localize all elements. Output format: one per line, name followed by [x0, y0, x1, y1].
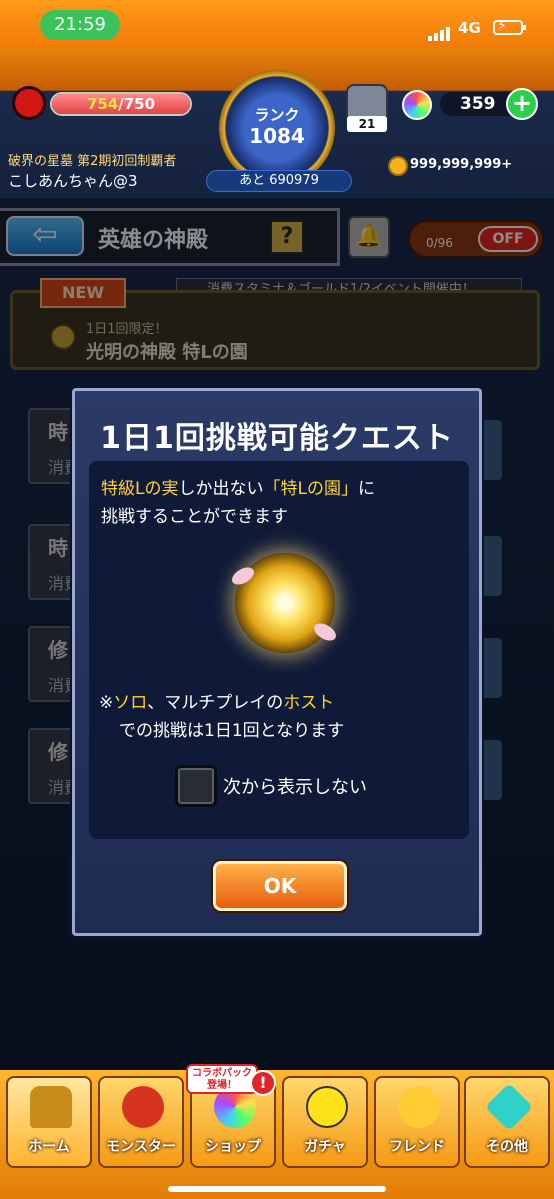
status-bar: 21:59 4G ⚡ [0, 0, 554, 48]
nav-label: ホーム [28, 1139, 70, 1155]
dialog-title: 1日1回挑戦可能クエスト [100, 421, 454, 456]
nav-home[interactable]: ホーム [6, 1076, 92, 1168]
daily-quest-dialog: 1日1回挑戦可能クエスト 特級Lの実しか出ない「特Lの園」に 挑戦することができ… [72, 388, 482, 936]
orb-icon [402, 90, 432, 120]
rank-badge[interactable]: ランク 1084 [219, 70, 335, 186]
rank-value: 1084 [249, 124, 305, 148]
level-value: 21 [347, 116, 387, 132]
highlight-text: ホスト [283, 693, 335, 713]
player-name: こしあんちゃん@3 [8, 172, 138, 190]
dont-show-again-label: 次から表示しない [223, 777, 367, 798]
highlight-text: 「特Lの園」 [263, 479, 358, 499]
collab-pack-badge: コラボパック 登場！ [186, 1064, 258, 1094]
nav-label: モンスター [106, 1139, 176, 1155]
note-text: ※ [99, 693, 114, 713]
highlight-text: ソロ [113, 693, 148, 713]
nav-gacha[interactable]: ガチャ [282, 1076, 368, 1168]
battery-icon: ⚡ [493, 18, 526, 35]
message-text: に [357, 479, 375, 499]
status-time: 21:59 [40, 10, 120, 40]
nav-friend[interactable]: フレンド [374, 1076, 460, 1168]
message-text: 挑戦することができます [101, 507, 288, 527]
collab-badge-line: 登場！ [207, 1080, 237, 1091]
dialog-message: 特級Lの実しか出ない「特Lの園」に 挑戦することができます [101, 475, 461, 531]
dialog-body: 特級Lの実しか出ない「特Lの園」に 挑戦することができます ※ソロ、マルチプレイ… [89, 461, 469, 839]
collab-badge-line: コラボパック [192, 1068, 252, 1079]
nav-label: ガチャ [304, 1139, 346, 1155]
stamina-max: /750 [118, 95, 156, 113]
rank-label: ランク [254, 106, 300, 124]
nav-monster[interactable]: モンスター [98, 1076, 184, 1168]
gold-coin-icon [388, 156, 408, 176]
nav-label: その他 [486, 1139, 528, 1155]
stamina-icon [12, 86, 46, 120]
bottom-nav: ホーム モンスター ショップ ガチャ フレンド その他 [0, 1070, 554, 1199]
other-icon [484, 1082, 534, 1132]
dialog-note: ※ソロ、マルチプレイのホスト での挑戦は1日1回となります [99, 689, 469, 745]
stamina-current: 754 [86, 95, 119, 113]
player-title: 破界の星墓 第2期初回制覇者 [8, 154, 177, 169]
special-l-fruit-icon [235, 553, 335, 653]
nav-label: ショップ [205, 1139, 261, 1155]
message-text: しか出ない [178, 479, 264, 499]
dont-show-again-checkbox[interactable] [175, 765, 217, 807]
add-orb-button[interactable]: + [506, 88, 538, 120]
friend-icon [398, 1086, 440, 1128]
signal-icon [428, 22, 452, 41]
ok-button[interactable]: OK [213, 861, 347, 911]
highlight-text: 特級Lの実 [101, 479, 179, 499]
note-text: での挑戦は1日1回となります [119, 721, 345, 741]
alert-icon: ! [250, 1070, 276, 1096]
network-label: 4G [458, 19, 481, 37]
gacha-icon [306, 1086, 348, 1128]
home-icon [30, 1086, 72, 1128]
nav-other[interactable]: その他 [464, 1076, 550, 1168]
rank-next-exp: あと 690979 [206, 170, 352, 192]
monster-icon [122, 1086, 164, 1128]
top-hud: 754/750 ランク 1084 あと 690979 21 359 + 破界の星… [0, 48, 554, 198]
nav-label: フレンド [389, 1139, 445, 1155]
stamina-bar: 754/750 [50, 92, 192, 116]
home-indicator [168, 1186, 386, 1192]
note-text: 、マルチプレイの [147, 693, 284, 713]
gold-amount: 999,999,999+ [410, 157, 513, 172]
